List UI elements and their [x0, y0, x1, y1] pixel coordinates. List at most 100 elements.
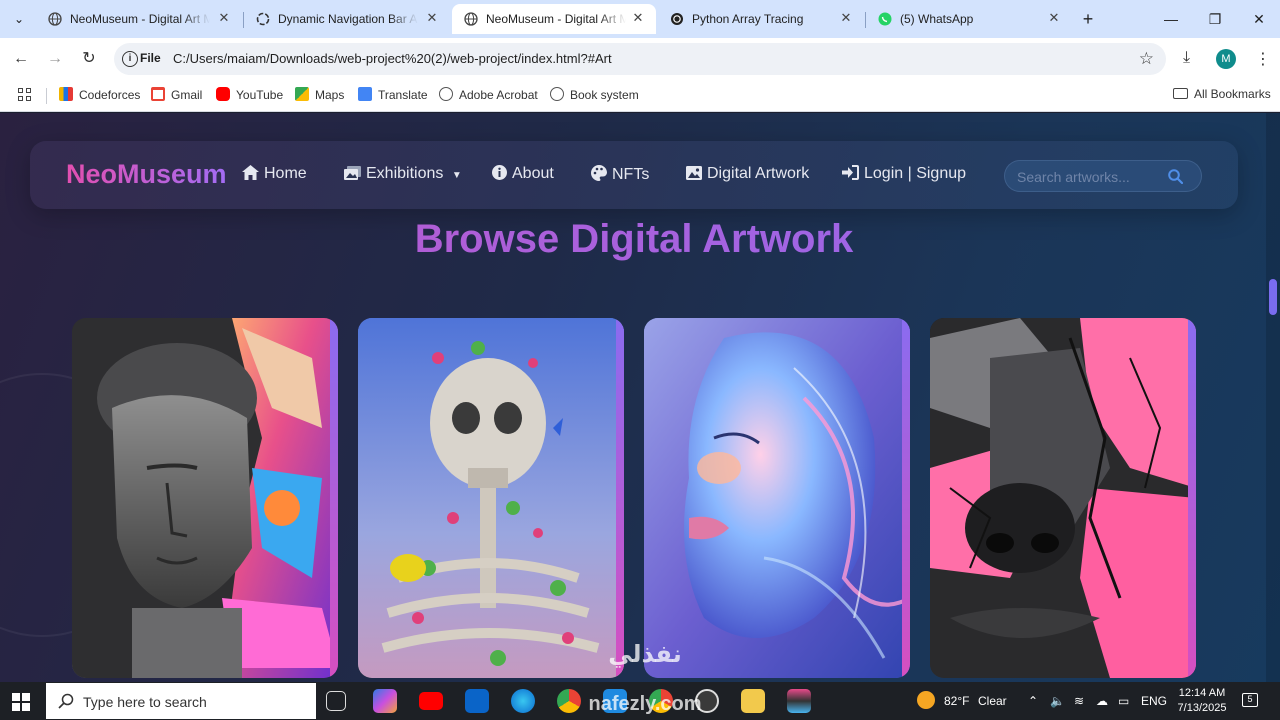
search-input[interactable]: [1017, 167, 1157, 187]
nav-home[interactable]: Home: [242, 165, 307, 183]
page-title: Browse Digital Artwork: [0, 217, 1268, 262]
close-icon[interactable]: ✕: [216, 10, 232, 26]
menu-kebab-icon[interactable]: ⋮: [1255, 49, 1271, 69]
sign-in-icon: [842, 165, 859, 180]
profile-avatar[interactable]: M: [1216, 49, 1236, 69]
palette-icon: [591, 164, 607, 181]
bookmark-book-system[interactable]: Book system: [550, 87, 639, 105]
tab-title: Dynamic Navigation Bar Auto: [278, 12, 418, 26]
address-bar[interactable]: i File C:/Users/maiam/Downloads/web-proj…: [114, 43, 1166, 75]
tab-title: Python Array Tracing: [692, 12, 804, 26]
clock-time: 12:14 AM: [1178, 687, 1226, 699]
bookmark-youtube[interactable]: YouTube: [216, 87, 283, 105]
search-icon[interactable]: [1168, 169, 1183, 184]
close-icon[interactable]: ✕: [424, 10, 440, 26]
youtube-icon: [216, 87, 230, 101]
notification-count: 5: [1247, 694, 1253, 704]
search-icon: [58, 693, 74, 709]
close-icon[interactable]: ✕: [838, 10, 854, 26]
nav-label: Exhibitions: [366, 165, 444, 182]
nav-label: About: [512, 165, 554, 182]
clock[interactable]: 12:14 AM 7/13/2025: [1172, 686, 1232, 716]
url-text[interactable]: C:/Users/maiam/Downloads/web-project%20(…: [173, 51, 612, 66]
nav-about[interactable]: About: [492, 165, 554, 183]
bookmark-star-icon[interactable]: ☆: [1139, 49, 1154, 69]
tab-neomuseum-1[interactable]: NeoMuseum - Digital Art Museum ✕: [36, 4, 242, 34]
nav-label: Login | Signup: [864, 165, 967, 182]
battery-icon[interactable]: ▭: [1118, 694, 1129, 708]
card-accent-edge: [902, 318, 910, 678]
artwork-card-4[interactable]: [930, 318, 1196, 678]
artwork-image: [358, 318, 624, 678]
copilot-icon[interactable]: [373, 689, 397, 713]
taskbar-search[interactable]: Type here to search: [46, 683, 316, 719]
bookmark-gmail[interactable]: Gmail: [151, 87, 202, 105]
bookmark-adobe-acrobat[interactable]: Adobe Acrobat: [439, 87, 538, 105]
tab-title: NeoMuseum - Digital Art Museum: [486, 12, 626, 26]
bookmark-label: Book system: [570, 88, 639, 102]
artwork-card-1[interactable]: [72, 318, 338, 678]
wifi-icon[interactable]: ≋: [1074, 694, 1084, 708]
nav-digital-artwork[interactable]: Digital Artwork: [686, 165, 809, 183]
caret-down-icon: ▼: [451, 170, 462, 181]
watermark-latin: nafezly.com: [588, 693, 702, 715]
tab-whatsapp[interactable]: (5) WhatsApp ✕: [866, 4, 1072, 34]
all-bookmarks-button[interactable]: All Bookmarks: [1173, 87, 1271, 101]
home-icon: [242, 165, 259, 180]
language-indicator[interactable]: ENG: [1141, 694, 1167, 708]
bookmark-maps[interactable]: Maps: [295, 87, 344, 105]
close-icon[interactable]: ✕: [630, 10, 646, 26]
info-icon[interactable]: i: [122, 51, 138, 67]
bookmark-translate[interactable]: Translate: [358, 87, 428, 105]
forward-button[interactable]: →: [44, 48, 66, 70]
download-icon[interactable]: ⤓: [1183, 49, 1190, 67]
globe-icon: [550, 87, 564, 101]
task-view-icon[interactable]: [326, 691, 346, 711]
reload-button[interactable]: ↻: [78, 48, 100, 70]
weather-condition[interactable]: Clear: [978, 694, 1007, 708]
windows-start-icon[interactable]: [12, 693, 30, 711]
tab-search-button[interactable]: ⌄: [8, 8, 30, 30]
watermark-arabic: نفذلي: [608, 641, 682, 668]
chevron-up-icon[interactable]: ⌃: [1028, 694, 1038, 708]
site-logo[interactable]: NeoMuseum: [66, 159, 227, 190]
nav-login-signup[interactable]: Login | Signup: [842, 165, 966, 183]
nav-nfts[interactable]: NFTs: [591, 164, 649, 184]
openai-icon: [671, 13, 683, 25]
speaker-icon[interactable]: 🔈: [1050, 694, 1065, 708]
nav-label: Home: [264, 165, 307, 182]
artwork-card-2[interactable]: [358, 318, 624, 678]
file-explorer-icon[interactable]: [741, 689, 765, 713]
scrollbar-thumb[interactable]: [1269, 279, 1277, 315]
tab-neomuseum-active[interactable]: NeoMuseum - Digital Art Museum ✕: [452, 4, 656, 34]
close-icon[interactable]: ✕: [1046, 10, 1062, 26]
tab-python-array[interactable]: Python Array Tracing ✕: [658, 4, 864, 34]
back-button[interactable]: ←: [10, 48, 32, 70]
taskbar-search-placeholder: Type here to search: [83, 694, 207, 710]
scheme-chip[interactable]: File: [140, 51, 161, 65]
picture-icon: [686, 166, 702, 180]
store-icon[interactable]: [787, 689, 811, 713]
new-tab-button[interactable]: +: [1078, 9, 1098, 29]
page-scrollbar[interactable]: [1266, 113, 1280, 682]
restore-button[interactable]: ❐: [1204, 8, 1226, 30]
browser-toolbar: ← → ↻ i File C:/Users/maiam/Downloads/we…: [0, 38, 1280, 80]
apps-grid-icon[interactable]: [18, 88, 32, 102]
outlook-icon[interactable]: [465, 689, 489, 713]
card-accent-edge: [616, 318, 624, 678]
minimize-button[interactable]: —: [1160, 8, 1182, 30]
window-close-button[interactable]: ✕: [1248, 8, 1270, 30]
tab-dynamic-navigation[interactable]: Dynamic Navigation Bar Auto ✕: [244, 4, 450, 34]
nav-exhibitions[interactable]: Exhibitions ▼: [344, 165, 462, 183]
artwork-card-3[interactable]: [644, 318, 910, 678]
globe-icon: [439, 87, 453, 101]
edge-icon[interactable]: [511, 689, 535, 713]
bookmark-label: Adobe Acrobat: [459, 88, 538, 102]
bookmark-codeforces[interactable]: Codeforces: [59, 87, 140, 105]
artwork-image: [644, 318, 910, 678]
cloud-icon[interactable]: ☁: [1096, 694, 1108, 708]
youtube-app-icon[interactable]: [419, 692, 443, 710]
weather-temp[interactable]: 82°F: [944, 694, 969, 708]
notification-icon[interactable]: 5: [1242, 693, 1258, 707]
whatsapp-icon: [878, 12, 892, 26]
